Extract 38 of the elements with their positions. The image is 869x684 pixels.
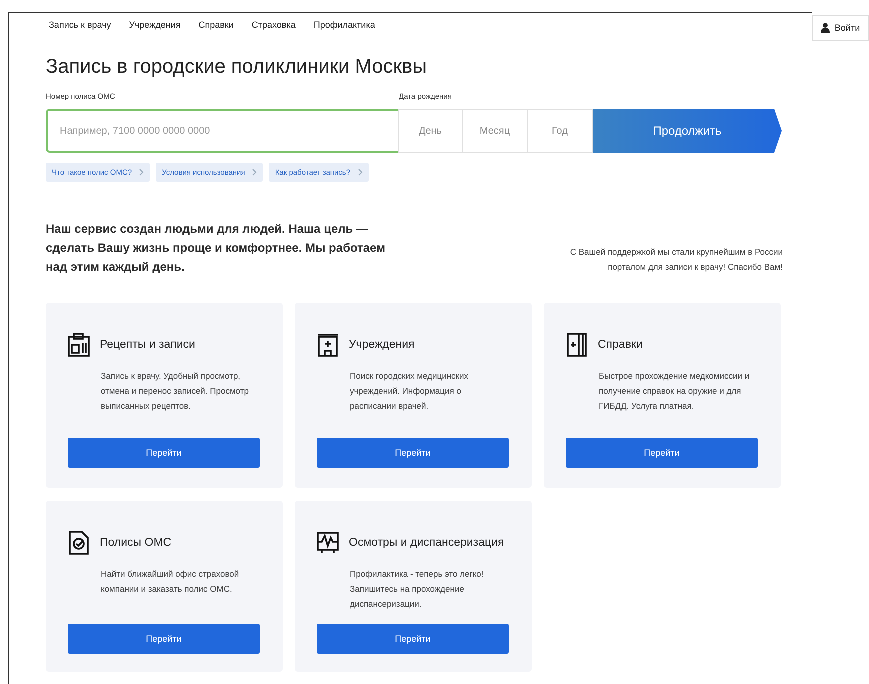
chevron-right-icon <box>252 169 258 176</box>
documents-icon <box>68 333 90 357</box>
login-button[interactable]: Войти <box>812 15 869 41</box>
nav-link[interactable]: Профилактика <box>314 20 376 35</box>
continue-button[interactable]: Продолжить <box>593 109 782 153</box>
intro-text: Наш сервис создан людьми для людей. Наша цель — сделать Вашу жизнь проще и комфортнее. Мы работаем над этим каждый день. <box>46 221 386 276</box>
day-field[interactable]: День <box>398 109 463 153</box>
thanks-text: С Вашей поддержкой мы стали крупнейшим в России порталом для записи к врачу! Спасибо Вам! <box>569 246 783 274</box>
month-field[interactable]: Месяц <box>463 109 528 153</box>
nav-link[interactable]: Запись к врачу <box>49 20 112 35</box>
card-title: Осмотры и диспансеризация <box>349 537 504 549</box>
card-description: Найти ближайший офис страховой компании и заказать полис ОМС. <box>101 568 240 596</box>
nav-link[interactable]: Учреждения <box>129 20 181 35</box>
year-field[interactable]: Год <box>528 109 593 153</box>
card-description: Профилактика - теперь это легко! Запишитесь на прохождение диспансеризации. <box>350 568 485 611</box>
heart-monitor-icon <box>317 531 339 555</box>
card-title: Рецепты и записи <box>100 339 196 351</box>
card-description: Быстрое прохождение медкомиссии и получение справок на оружие и для ГИБДД. Услуга платная. <box>599 370 751 413</box>
certificate-icon <box>566 333 588 357</box>
go-button[interactable]: Перейти <box>68 438 260 468</box>
policy-number-field[interactable]: Например, 7100 0000 0000 0000 <box>46 109 398 153</box>
clinic-icon <box>317 333 339 357</box>
card-title: Учреждения <box>349 339 415 351</box>
nav-link[interactable]: Справки <box>198 20 234 35</box>
go-button[interactable]: Перейти <box>566 438 758 468</box>
user-icon <box>820 23 830 33</box>
card-title: Полисы ОМС <box>100 537 172 549</box>
chevron-right-icon <box>139 169 144 176</box>
go-button[interactable]: Перейти <box>68 624 260 654</box>
go-button[interactable]: Перейти <box>317 438 509 468</box>
go-button[interactable]: Перейти <box>317 624 509 654</box>
card-description: Поиск городских медицинских учреждений. Информация о расписании врачей. <box>350 370 470 413</box>
page-title: Запись в городские поликлиники Москвы <box>46 56 428 80</box>
chevron-right-icon <box>358 169 363 176</box>
card-title: Справки <box>598 339 643 351</box>
card-description: Запись к врачу. Удобный просмотр, отмена и перенос записей. Просмотр выписанных рецептов. <box>101 370 250 413</box>
policy-document-icon <box>68 531 90 555</box>
nav-link[interactable]: Страховка <box>252 20 296 35</box>
